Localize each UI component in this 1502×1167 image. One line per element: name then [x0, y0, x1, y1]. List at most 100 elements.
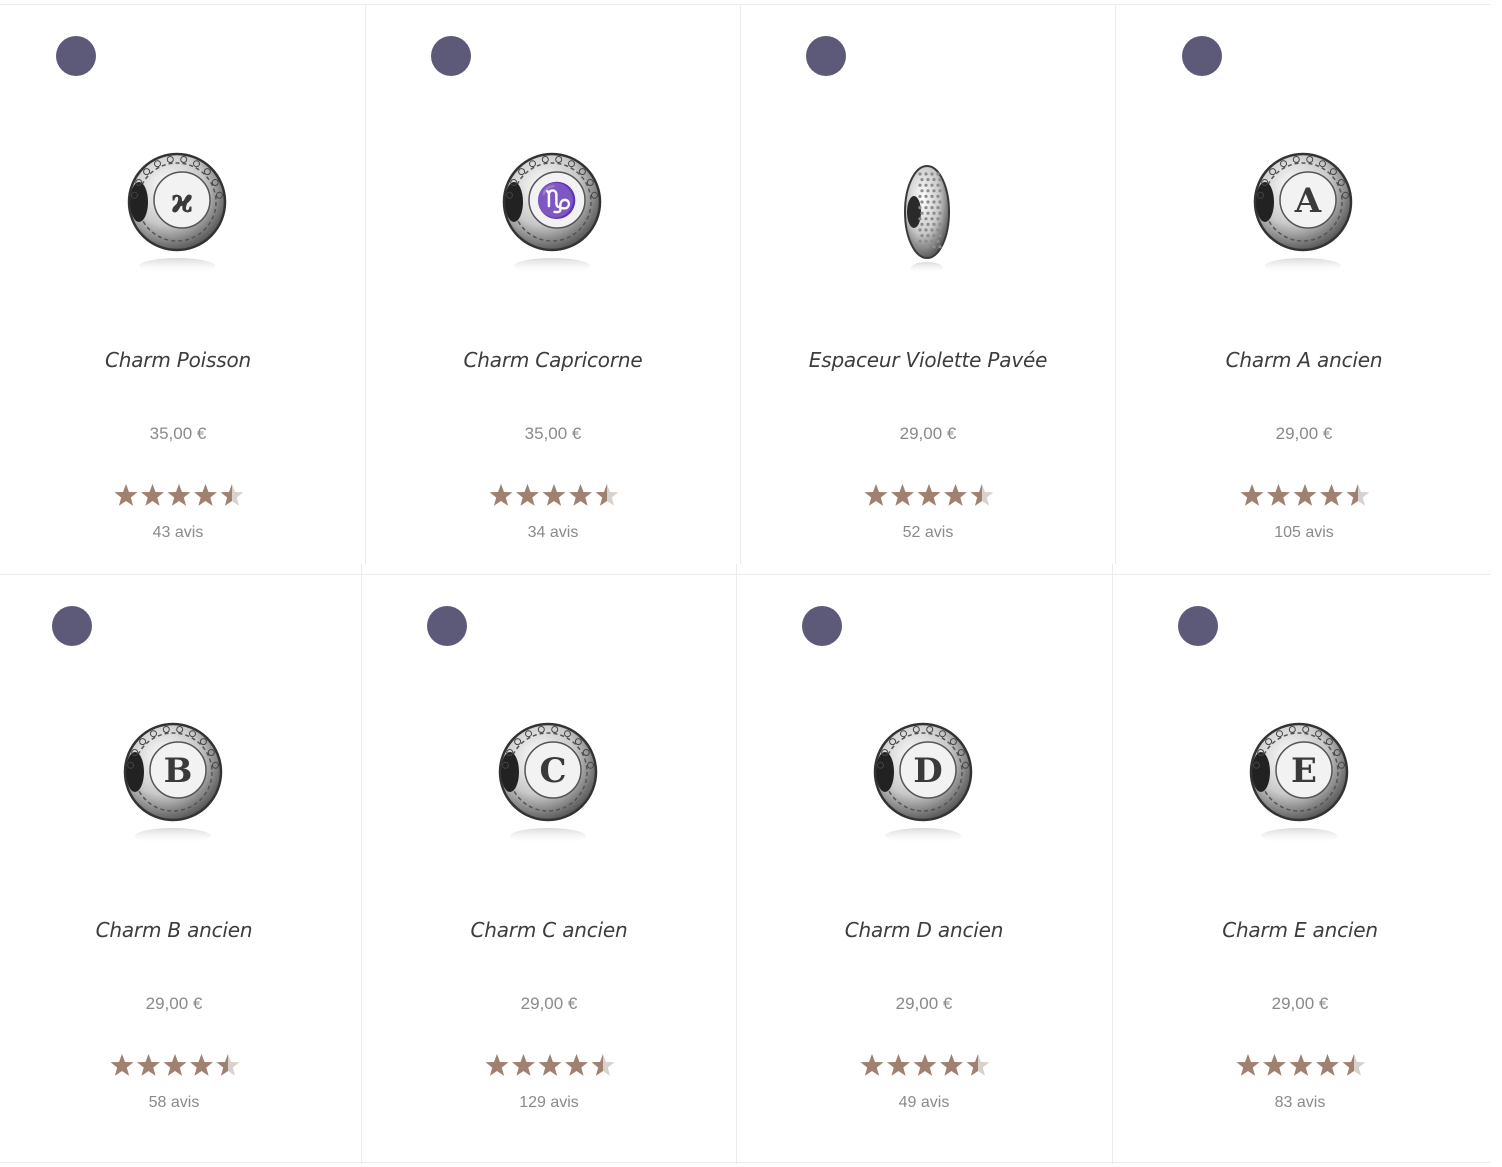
star-icon	[569, 484, 592, 506]
product-card[interactable]: E Charm E ancien 29,00 € 83 avis	[1122, 570, 1496, 1130]
star-rating-icon	[1240, 484, 1369, 506]
svg-text:C: C	[539, 751, 566, 791]
product-name[interactable]: Charm C ancien	[371, 918, 727, 942]
review-count[interactable]: 43 avis	[0, 524, 356, 542]
star-icon	[1263, 1054, 1286, 1076]
product-card[interactable]: D Charm D ancien 29,00 € 49 avis	[746, 570, 1120, 1130]
grid-divider	[0, 1162, 1490, 1163]
wishlist-badge-icon[interactable]	[431, 36, 471, 76]
product-price: 35,00 €	[524, 424, 582, 443]
wishlist-badge-icon[interactable]	[1182, 36, 1222, 76]
star-icon	[913, 1054, 937, 1076]
round-charm-capricorn-icon: ♑	[502, 152, 602, 274]
star-icon	[538, 1054, 562, 1076]
product-image[interactable]: C	[483, 710, 613, 860]
star-icon	[194, 484, 217, 506]
star-icon	[1240, 484, 1264, 506]
product-image[interactable]: E	[1234, 710, 1364, 860]
review-count[interactable]: 129 avis	[371, 1094, 727, 1112]
rating-stars[interactable]	[0, 483, 356, 509]
star-icon	[516, 484, 539, 506]
pave-spacer-icon	[904, 165, 950, 274]
rating-stars[interactable]	[1122, 1053, 1478, 1079]
star-icon	[1289, 1054, 1313, 1076]
product-price: 29,00 €	[1275, 424, 1333, 443]
svg-text:D: D	[913, 751, 942, 791]
product-name[interactable]: Charm D ancien	[746, 918, 1102, 942]
rating-stars[interactable]	[746, 1053, 1102, 1079]
svg-text:A: A	[1294, 181, 1322, 221]
star-icon	[891, 484, 914, 506]
star-rating-icon	[864, 484, 993, 506]
star-icon	[137, 1054, 160, 1076]
product-card[interactable]: Espaceur Violette Pavée 29,00 € 52 avis	[750, 0, 1124, 560]
review-count[interactable]: 34 avis	[375, 524, 731, 542]
product-name[interactable]: Charm E ancien	[1122, 918, 1478, 942]
product-price: 29,00 €	[1271, 994, 1329, 1013]
wishlist-badge-icon[interactable]	[1178, 606, 1218, 646]
product-name[interactable]: Charm B ancien	[0, 918, 352, 942]
wishlist-badge-icon[interactable]	[802, 606, 842, 646]
product-name[interactable]: Charm Capricorne	[375, 348, 731, 372]
review-count[interactable]: 83 avis	[1122, 1094, 1478, 1112]
product-image[interactable]: ♑	[487, 140, 617, 290]
product-price: 29,00 €	[520, 994, 578, 1013]
star-icon	[944, 484, 967, 506]
product-price: 29,00 €	[145, 994, 203, 1013]
product-grid: ϰ Charm Poisson 35,00 € 43 avis ♑ Charm …	[0, 0, 1502, 1167]
star-icon	[542, 484, 566, 506]
product-name[interactable]: Espaceur Violette Pavée	[750, 348, 1106, 372]
rating-stars[interactable]	[1126, 483, 1482, 509]
star-icon	[940, 1054, 963, 1076]
svg-text:ϰ: ϰ	[171, 181, 193, 221]
product-card[interactable]: A Charm A ancien 29,00 € 105 avis	[1126, 0, 1500, 560]
product-image[interactable]: A	[1238, 140, 1368, 290]
wishlist-badge-icon[interactable]	[427, 606, 467, 646]
star-icon	[1267, 484, 1290, 506]
svg-text:E: E	[1291, 751, 1317, 791]
rating-stars[interactable]	[375, 483, 731, 509]
product-card[interactable]: C Charm C ancien 29,00 € 129 avis	[371, 570, 745, 1130]
product-image[interactable]: ϰ	[112, 140, 242, 290]
product-image[interactable]: B	[108, 710, 238, 860]
star-rating-icon	[1236, 1054, 1365, 1076]
star-icon	[887, 1054, 910, 1076]
review-count[interactable]: 58 avis	[0, 1094, 352, 1112]
star-rating-icon	[489, 484, 618, 506]
product-image[interactable]	[862, 140, 992, 290]
star-icon	[167, 484, 191, 506]
round-charm-letter-c-icon: C	[498, 722, 598, 844]
star-icon	[1293, 484, 1317, 506]
product-name[interactable]: Charm A ancien	[1126, 348, 1482, 372]
star-icon	[970, 484, 993, 506]
wishlist-badge-icon[interactable]	[56, 36, 96, 76]
product-card[interactable]: ♑ Charm Capricorne 35,00 € 34 avis	[375, 0, 749, 560]
product-card[interactable]: ϰ Charm Poisson 35,00 € 43 avis	[0, 0, 374, 560]
star-icon	[220, 484, 243, 506]
review-count[interactable]: 105 avis	[1126, 524, 1482, 542]
star-rating-icon	[860, 1054, 989, 1076]
rating-stars[interactable]	[0, 1053, 352, 1079]
star-rating-icon	[110, 1054, 239, 1076]
rating-stars[interactable]	[750, 483, 1106, 509]
star-icon	[966, 1054, 989, 1076]
wishlist-badge-icon[interactable]	[52, 606, 92, 646]
star-icon	[216, 1054, 239, 1076]
star-icon	[110, 1054, 134, 1076]
round-charm-letter-b-icon: B	[123, 722, 223, 844]
svg-text:B: B	[164, 751, 193, 791]
round-charm-pisces-icon: ϰ	[127, 152, 227, 274]
star-icon	[114, 484, 138, 506]
product-name[interactable]: Charm Poisson	[0, 348, 356, 372]
star-icon	[489, 484, 513, 506]
rating-stars[interactable]	[371, 1053, 727, 1079]
star-icon	[512, 1054, 535, 1076]
wishlist-badge-icon[interactable]	[806, 36, 846, 76]
product-image[interactable]: D	[858, 710, 988, 860]
review-count[interactable]: 52 avis	[750, 524, 1106, 542]
star-rating-icon	[485, 1054, 614, 1076]
product-card[interactable]: B Charm B ancien 29,00 € 58 avis	[0, 570, 370, 1130]
review-count[interactable]: 49 avis	[746, 1094, 1102, 1112]
svg-text:♑: ♑	[536, 181, 578, 221]
star-icon	[917, 484, 941, 506]
